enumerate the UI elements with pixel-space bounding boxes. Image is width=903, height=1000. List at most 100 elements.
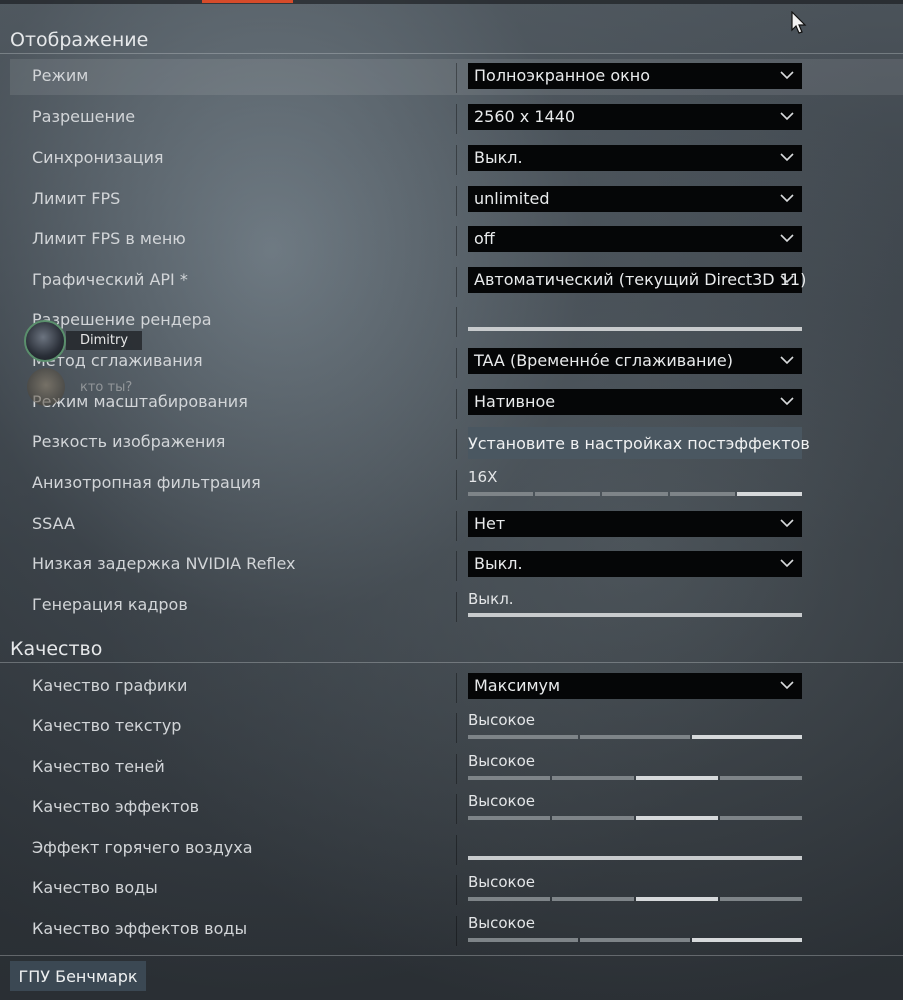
anisotropic-slider[interactable] xyxy=(468,492,802,496)
setting-row-water-effects-quality[interactable]: Качество эффектов воды Высокое xyxy=(10,912,903,948)
slider-segment[interactable] xyxy=(692,735,802,739)
setting-row-shadow-quality[interactable]: Качество теней Высокое xyxy=(10,750,903,786)
chevron-down-icon xyxy=(780,397,794,406)
dropdown-value: Выкл. xyxy=(474,554,523,573)
water-effects-quality-slider[interactable] xyxy=(468,938,802,942)
row-divider xyxy=(456,267,457,297)
setting-row-scaling[interactable]: Режим масштабирования Нативное xyxy=(10,385,903,421)
slider-segment[interactable] xyxy=(552,816,634,820)
resolution-dropdown[interactable]: 2560 x 1440 xyxy=(468,104,802,130)
slider-value: Высокое xyxy=(468,711,536,729)
dropdown-value: unlimited xyxy=(474,189,550,208)
heat-haze-slider[interactable] xyxy=(468,856,802,860)
setting-label: Качество эффектов xyxy=(32,797,200,816)
antialiasing-dropdown[interactable]: TAA (Временно́е сглаживание) xyxy=(468,348,802,374)
slider-segment[interactable] xyxy=(580,735,690,739)
slider-segment[interactable] xyxy=(552,776,634,780)
shadow-quality-slider[interactable] xyxy=(468,776,802,780)
slider-segment[interactable] xyxy=(468,492,534,496)
slider-segment[interactable] xyxy=(692,938,802,942)
dropdown-value: 2560 x 1440 xyxy=(474,107,576,126)
setting-row-frame-generation[interactable]: Генерация кадров Выкл. xyxy=(10,588,903,624)
setting-row-resolution[interactable]: Разрешение 2560 x 1440 xyxy=(10,100,903,136)
effects-quality-slider[interactable] xyxy=(468,816,802,820)
setting-row-ssaa[interactable]: SSAA Нет xyxy=(10,507,903,543)
active-tab-indicator xyxy=(202,0,293,3)
reflex-dropdown[interactable]: Выкл. xyxy=(468,551,802,577)
slider-segment[interactable] xyxy=(552,897,634,901)
slider-segment[interactable] xyxy=(602,492,668,496)
chevron-down-icon xyxy=(780,559,794,568)
button-label: Установите в настройках постэффектов xyxy=(468,434,810,453)
slider-segment[interactable] xyxy=(736,492,802,496)
setting-row-graphics-api[interactable]: Графический API * Автоматический (текущи… xyxy=(10,263,903,299)
chevron-down-icon xyxy=(780,112,794,121)
chevron-down-icon xyxy=(780,519,794,528)
row-divider xyxy=(456,226,457,256)
setting-row-reflex[interactable]: Низкая задержка NVIDIA Reflex Выкл. xyxy=(10,547,903,583)
row-divider xyxy=(456,713,457,743)
setting-row-anisotropic[interactable]: Анизотропная фильтрация 16X xyxy=(10,466,903,502)
setting-label: Низкая задержка NVIDIA Reflex xyxy=(32,554,296,573)
row-divider xyxy=(456,470,457,500)
texture-quality-slider[interactable] xyxy=(468,735,802,739)
graphics-api-dropdown[interactable]: Автоматический (текущий Direct3D 11) xyxy=(468,267,806,293)
setting-row-vsync[interactable]: Синхронизация Выкл. xyxy=(10,141,903,177)
fps-limit-dropdown[interactable]: unlimited xyxy=(468,186,802,212)
slider-segment[interactable] xyxy=(720,816,802,820)
setting-row-water-quality[interactable]: Качество воды Высокое xyxy=(10,871,903,907)
scaling-dropdown[interactable]: Нативное xyxy=(468,389,802,415)
slider-value: Высокое xyxy=(468,752,536,770)
setting-row-effects-quality[interactable]: Качество эффектов Высокое xyxy=(10,790,903,826)
chevron-down-icon xyxy=(780,194,794,203)
row-divider xyxy=(456,551,457,581)
avatar[interactable] xyxy=(24,320,66,362)
chevron-down-icon xyxy=(780,275,794,284)
slider-segment[interactable] xyxy=(468,897,550,901)
setting-row-fps-limit[interactable]: Лимит FPS unlimited xyxy=(10,182,903,218)
row-divider xyxy=(456,875,457,905)
slider-segment[interactable] xyxy=(468,938,578,942)
row-divider xyxy=(456,835,457,865)
setting-label: Качество графики xyxy=(32,676,188,695)
slider-segment[interactable] xyxy=(720,897,802,901)
dropdown-value: Полноэкранное окно xyxy=(474,66,651,85)
fps-limit-menu-dropdown[interactable]: off xyxy=(468,226,802,252)
vsync-dropdown[interactable]: Выкл. xyxy=(468,145,802,171)
frame-generation-slider[interactable] xyxy=(468,613,802,617)
setting-row-heat-haze[interactable]: Эффект горячего воздуха xyxy=(10,831,903,867)
mode-dropdown[interactable]: Полноэкранное окно xyxy=(468,63,802,89)
setting-label: Режим масштабирования xyxy=(32,392,248,411)
slider-segment[interactable] xyxy=(636,776,718,780)
setting-row-render-resolution[interactable]: Разрешение рендера xyxy=(10,303,903,339)
slider-segment[interactable] xyxy=(468,776,550,780)
dropdown-value: Нативное xyxy=(474,392,556,411)
setting-row-graphics-quality[interactable]: Качество графики Максимум xyxy=(10,669,903,705)
slider-segment[interactable] xyxy=(535,492,601,496)
slider-segment[interactable] xyxy=(669,492,735,496)
setting-row-texture-quality[interactable]: Качество текстур Высокое xyxy=(10,709,903,745)
setting-label: Качество эффектов воды xyxy=(32,919,248,938)
water-quality-slider[interactable] xyxy=(468,897,802,901)
slider-segment[interactable] xyxy=(636,897,718,901)
render-resolution-slider[interactable] xyxy=(468,327,802,331)
avatar[interactable] xyxy=(27,368,65,406)
slider-segment[interactable] xyxy=(580,938,690,942)
chevron-down-icon xyxy=(780,234,794,243)
gpu-benchmark-button[interactable]: ГПУ Бенчмарк xyxy=(10,961,146,991)
slider-segment[interactable] xyxy=(720,776,802,780)
ssaa-dropdown[interactable]: Нет xyxy=(468,511,802,537)
setting-row-antialiasing[interactable]: Метод сглаживания TAA (Временно́е сглажи… xyxy=(10,344,903,380)
setting-row-fps-limit-menu[interactable]: Лимит FPS в меню off xyxy=(10,222,903,258)
row-divider xyxy=(456,754,457,784)
slider-segment[interactable] xyxy=(468,735,578,739)
setting-row-mode[interactable]: Режим Полноэкранное окно xyxy=(10,59,903,95)
section-title-quality: Качество xyxy=(10,638,103,660)
graphics-quality-dropdown[interactable]: Максимум xyxy=(468,673,802,699)
button-label: ГПУ Бенчмарк xyxy=(18,967,138,986)
setting-row-sharpness[interactable]: Резкость изображения Установите в настро… xyxy=(10,425,903,461)
slider-segment[interactable] xyxy=(636,816,718,820)
dropdown-value: Выкл. xyxy=(474,148,523,167)
postfx-settings-button[interactable]: Установите в настройках постэффектов xyxy=(468,427,810,459)
slider-segment[interactable] xyxy=(468,816,550,820)
